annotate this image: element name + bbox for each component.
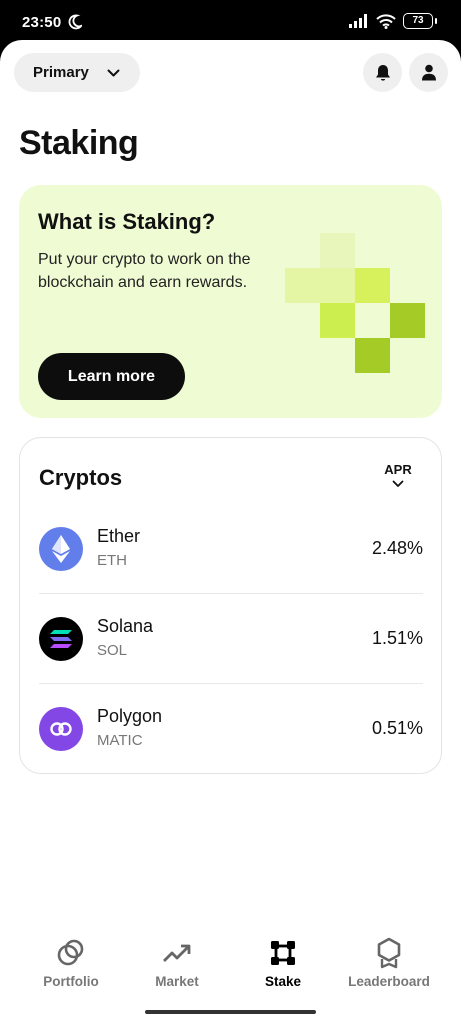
nav-label: Market	[155, 974, 199, 989]
status-bar: 23:50 73	[0, 0, 461, 44]
coin-name: Ether	[97, 526, 141, 546]
coin-symbol: ETH	[97, 552, 127, 569]
wifi-icon	[376, 13, 396, 29]
status-time: 23:50	[22, 14, 62, 31]
ethereum-icon	[39, 527, 83, 571]
signal-icon	[349, 14, 367, 28]
nav-label: Stake	[264, 974, 302, 989]
apr-sort-label: APR	[384, 462, 412, 477]
coin-apr: 0.51%	[371, 718, 423, 738]
polygon-icon	[39, 707, 83, 751]
bell-icon	[375, 64, 390, 81]
cryptos-title: Cryptos	[39, 465, 123, 490]
crypto-row-solana[interactable]: Solana SOL 1.51%	[39, 594, 423, 684]
cryptos-card: Cryptos APR Ether ETH 2.48% Solana SOL 1…	[19, 437, 442, 774]
leaderboard-icon	[374, 937, 404, 969]
coin-name: Polygon	[97, 706, 163, 726]
battery-icon: 73	[403, 13, 433, 29]
nav-stake[interactable]: Stake	[233, 938, 333, 998]
apr-sort-button[interactable]: APR	[383, 462, 413, 488]
coin-apr: 2.48%	[371, 538, 423, 558]
nav-market[interactable]: Market	[127, 938, 227, 998]
battery-level: 73	[412, 15, 424, 26]
solana-icon	[39, 617, 83, 661]
chevron-down-icon	[392, 480, 404, 487]
home-indicator	[145, 1010, 316, 1014]
nav-portfolio[interactable]: Portfolio	[21, 938, 121, 998]
crypto-row-ether[interactable]: Ether ETH 2.48%	[39, 504, 423, 594]
coin-symbol: SOL	[97, 642, 128, 659]
nav-label: Portfolio	[43, 974, 99, 989]
promo-title: What is Staking?	[38, 209, 216, 234]
learn-more-button[interactable]: Learn more	[38, 353, 185, 400]
stake-icon	[268, 938, 298, 968]
coin-symbol: MATIC	[97, 732, 143, 749]
user-icon	[421, 64, 436, 81]
coin-name: Solana	[97, 616, 154, 636]
market-trend-icon	[162, 938, 192, 968]
status-icons: 73	[349, 13, 437, 29]
staking-info-card: What is Staking? Put your crypto to work…	[19, 185, 442, 418]
account-selector[interactable]: Primary	[14, 53, 140, 92]
portfolio-icon	[56, 938, 86, 968]
promo-description: Put your crypto to work on the blockchai…	[38, 251, 251, 291]
top-bar: Primary	[0, 40, 461, 106]
crypto-row-polygon[interactable]: Polygon MATIC 0.51%	[39, 684, 423, 774]
nav-leaderboard[interactable]: Leaderboard	[339, 937, 439, 998]
notifications-button[interactable]	[363, 53, 402, 92]
pixel-art-illustration	[285, 233, 425, 373]
chevron-down-icon	[107, 69, 120, 76]
battery-nub	[435, 18, 437, 24]
profile-button[interactable]	[409, 53, 448, 92]
bottom-nav: Portfolio Market Stake Leaderboard	[0, 937, 461, 1002]
app-screen: Primary Staking What is Staking? Put you…	[0, 40, 461, 1024]
account-label: Primary	[33, 64, 89, 81]
moon-icon	[68, 14, 82, 30]
coin-apr: 1.51%	[371, 628, 423, 648]
nav-label: Leaderboard	[348, 974, 430, 989]
page-title: Staking	[19, 124, 139, 162]
